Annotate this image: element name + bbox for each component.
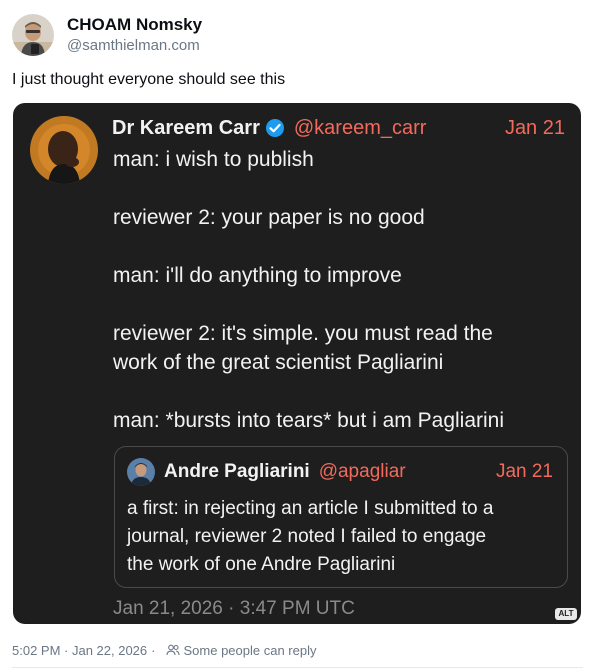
tweet-timestamp: Jan 21, 2026 · 3:47 PM UTC (113, 598, 355, 619)
post-timestamp[interactable]: 5:02 PM · Jan 22, 2026 (12, 643, 147, 658)
quoted-tweet-date: Jan 21 (495, 461, 553, 482)
tweet-line: reviewer 2: your paper is no good (113, 206, 425, 229)
alt-badge[interactable]: ALT (555, 608, 577, 620)
author-handle[interactable]: @samthielman.com (67, 36, 202, 56)
footer-separator: · (151, 642, 156, 658)
quoted-line: journal, reviewer 2 noted I failed to en… (127, 526, 487, 547)
tweet-date: Jan 21 (504, 116, 565, 139)
reply-setting[interactable]: Some people can reply (184, 643, 317, 658)
post-header: CHOAM Nomsky @samthielman.com (12, 12, 202, 58)
quoted-tweet: Andre Pagliarini @apagliar Jan 21 a firs… (114, 446, 568, 588)
tweet-body: man: i wish to publish reviewer 2: your … (113, 145, 563, 435)
author-avatar[interactable] (12, 14, 54, 56)
verified-badge-icon (265, 118, 285, 138)
quoted-tweet-body: a first: in rejecting an article I submi… (127, 495, 559, 579)
quoted-tweet-header: Andre Pagliarini @apagliar Jan 21 (164, 457, 553, 487)
embedded-screenshot-image[interactable]: Dr Kareem Carr @kareem_carr Jan 21 man: … (13, 103, 581, 624)
quoted-author-name: Andre Pagliarini (164, 461, 310, 482)
andre-avatar (127, 458, 155, 486)
tweet-header: Dr Kareem Carr @kareem_carr Jan 21 (112, 114, 565, 142)
tweet-author-name: Dr Kareem Carr (112, 116, 260, 139)
author-name[interactable]: CHOAM Nomsky (67, 15, 202, 35)
tweet-author-handle: @kareem_carr (293, 116, 427, 139)
tweet-line: man: *bursts into tears* but i am Paglia… (113, 409, 505, 432)
tweet-line: work of the great scientist Pagliarini (113, 351, 444, 374)
post-footer: 5:02 PM · Jan 22, 2026 · Some people can… (12, 641, 316, 659)
tweet-line: man: i'll do anything to improve (113, 264, 402, 287)
post-text: I just thought everyone should see this (12, 71, 286, 88)
people-icon (165, 643, 180, 657)
quoted-line: the work of one Andre Pagliarini (127, 554, 396, 575)
tweet-line: man: i wish to publish (113, 148, 314, 171)
quoted-author-handle: @apagliar (318, 461, 406, 482)
tweet-line: reviewer 2: it's simple. you must read t… (113, 322, 493, 345)
footer-divider (12, 667, 583, 668)
kareem-avatar (30, 116, 98, 184)
quoted-line: a first: in rejecting an article I submi… (127, 498, 494, 519)
